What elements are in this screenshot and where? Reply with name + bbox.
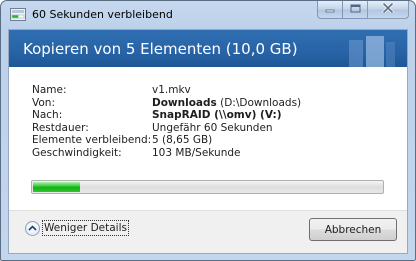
detail-row-remaining-time: Restdauer: Ungefähr 60 Sekunden	[32, 122, 301, 135]
fewer-details-toggle[interactable]: Weniger Details	[25, 220, 129, 236]
dialog-content: Kopieren von 5 Elementen (10,0 GB) Name:…	[8, 29, 408, 254]
name-value: v1.mkv	[152, 84, 191, 96]
detail-row-from: Von: Downloads (D:\Downloads)	[32, 97, 301, 110]
minimize-button[interactable]	[317, 1, 342, 19]
items-remaining-value: 5 (8,65 GB)	[152, 134, 213, 146]
maximize-button[interactable]	[342, 1, 367, 19]
from-label: Von:	[32, 96, 55, 109]
operation-title: Kopieren von 5 Elementen (10,0 GB)	[23, 40, 298, 58]
window-title: 60 Sekunden verbleibend	[32, 8, 173, 21]
to-value: SnapRAID (\\omv) (V:)	[152, 109, 282, 122]
close-button[interactable]	[367, 1, 409, 19]
copy-dialog-window: 60 Sekunden verbleibend Kopieren von 5 E…	[0, 0, 416, 261]
header-decoration	[349, 36, 395, 67]
from-path: (D:\Downloads)	[216, 96, 302, 109]
remaining-time-value: Ungefähr 60 Sekunden	[152, 121, 273, 134]
progress-fill	[33, 182, 81, 192]
chevron-up-icon	[25, 220, 40, 236]
detail-row-name: Name: v1.mkv	[32, 84, 301, 97]
name-label: Name:	[32, 84, 67, 96]
detail-row-speed: Geschwindigkeit: 103 MB/Sekunde	[32, 147, 301, 160]
from-folder-link[interactable]: Downloads	[152, 97, 217, 109]
copy-progress-icon	[10, 8, 26, 21]
cancel-button[interactable]: Abbrechen	[309, 218, 397, 241]
detail-row-items-remaining: Elemente verbleibend: 5 (8,65 GB)	[32, 134, 301, 147]
detail-row-to: Nach: SnapRAID (\\omv) (V:)	[32, 109, 301, 122]
minimize-icon	[325, 4, 335, 16]
close-icon	[382, 2, 394, 16]
to-label: Nach:	[32, 109, 63, 121]
operation-header: Kopieren von 5 Elementen (10,0 GB)	[9, 30, 407, 67]
caption-buttons	[317, 1, 409, 19]
fewer-details-label: Weniger Details	[42, 220, 129, 236]
details-list: Name: v1.mkv Von: Downloads (D:\Download…	[32, 84, 301, 159]
copy-progress-bar	[31, 180, 384, 194]
speed-label: Geschwindigkeit:	[32, 146, 122, 159]
to-folder-link[interactable]: SnapRAID (\\omv) (V:)	[152, 109, 282, 121]
remaining-time-label: Restdauer:	[32, 121, 89, 134]
from-value: Downloads (D:\Downloads)	[152, 97, 301, 110]
title-bar[interactable]: 60 Sekunden verbleibend	[1, 1, 415, 29]
dialog-footer: Weniger Details Abbrechen	[9, 210, 407, 253]
maximize-icon	[350, 4, 361, 16]
items-remaining-label: Elemente verbleibend:	[32, 134, 152, 146]
speed-value: 103 MB/Sekunde	[152, 146, 241, 159]
